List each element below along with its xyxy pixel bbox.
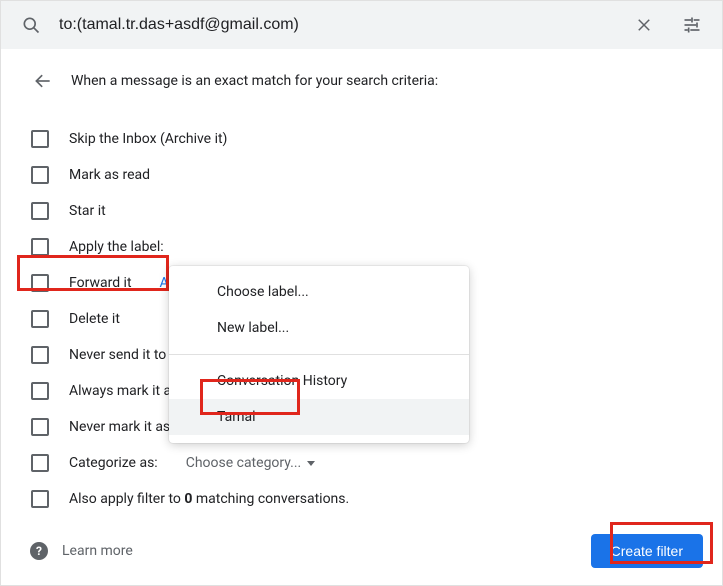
option-label: Also apply filter to 0 matching conversa… bbox=[69, 491, 349, 507]
dropdown-choose-label[interactable]: Choose label... bbox=[169, 274, 469, 310]
clear-icon[interactable] bbox=[624, 5, 664, 45]
header-row: When a message is an exact match for you… bbox=[31, 69, 702, 93]
category-dropdown[interactable]: Choose category... bbox=[186, 455, 316, 471]
option-mark-read[interactable]: Mark as read bbox=[31, 157, 702, 193]
checkbox-delete-it[interactable] bbox=[31, 310, 49, 328]
checkbox-mark-read[interactable] bbox=[31, 166, 49, 184]
learn-more-text: Learn more bbox=[62, 543, 133, 559]
option-label: Forward it bbox=[69, 275, 132, 291]
dropdown-conversation-history[interactable]: Conversation History bbox=[169, 363, 469, 399]
filter-panel: When a message is an exact match for you… bbox=[1, 49, 722, 537]
search-input[interactable] bbox=[59, 16, 616, 34]
header-text: When a message is an exact match for you… bbox=[71, 73, 438, 89]
checkbox-never-spam[interactable] bbox=[31, 346, 49, 364]
option-label: Categorize as: bbox=[69, 455, 158, 471]
learn-more-link[interactable]: ? Learn more bbox=[30, 542, 133, 560]
checkbox-star-it[interactable] bbox=[31, 202, 49, 220]
create-filter-button[interactable]: Create filter bbox=[591, 534, 703, 568]
label-dropdown-menu: Choose label... New label... Conversatio… bbox=[169, 266, 469, 443]
option-label: Mark as read bbox=[69, 167, 150, 183]
checkbox-always-important[interactable] bbox=[31, 382, 49, 400]
option-label: Delete it bbox=[69, 311, 120, 327]
checkbox-categorize[interactable] bbox=[31, 454, 49, 472]
search-icon[interactable] bbox=[11, 5, 51, 45]
checkbox-also-apply[interactable] bbox=[31, 490, 49, 508]
checkbox-forward-it[interactable] bbox=[31, 274, 49, 292]
also-apply-suffix: matching conversations. bbox=[192, 491, 349, 507]
dropdown-new-label[interactable]: New label... bbox=[169, 310, 469, 346]
help-icon: ? bbox=[30, 542, 48, 560]
back-icon[interactable] bbox=[31, 69, 55, 93]
option-label: Apply the label: bbox=[69, 239, 164, 255]
option-label: Star it bbox=[69, 203, 106, 219]
footer: ? Learn more Create filter bbox=[30, 534, 703, 568]
option-apply-label[interactable]: Apply the label: bbox=[31, 229, 702, 265]
checkbox-apply-label[interactable] bbox=[31, 238, 49, 256]
checkbox-never-important[interactable] bbox=[31, 418, 49, 436]
also-apply-prefix: Also apply filter to bbox=[69, 491, 184, 507]
search-bar bbox=[1, 1, 722, 49]
option-star-it[interactable]: Star it bbox=[31, 193, 702, 229]
option-skip-inbox[interactable]: Skip the Inbox (Archive it) bbox=[31, 121, 702, 157]
option-also-apply[interactable]: Also apply filter to 0 matching conversa… bbox=[31, 481, 702, 517]
option-categorize[interactable]: Categorize as: Choose category... bbox=[31, 445, 702, 481]
dropdown-separator bbox=[169, 354, 469, 355]
dropdown-tamal[interactable]: Tamal bbox=[169, 399, 469, 435]
tune-icon[interactable] bbox=[672, 5, 712, 45]
checkbox-skip-inbox[interactable] bbox=[31, 130, 49, 148]
option-label: Skip the Inbox (Archive it) bbox=[69, 131, 227, 147]
